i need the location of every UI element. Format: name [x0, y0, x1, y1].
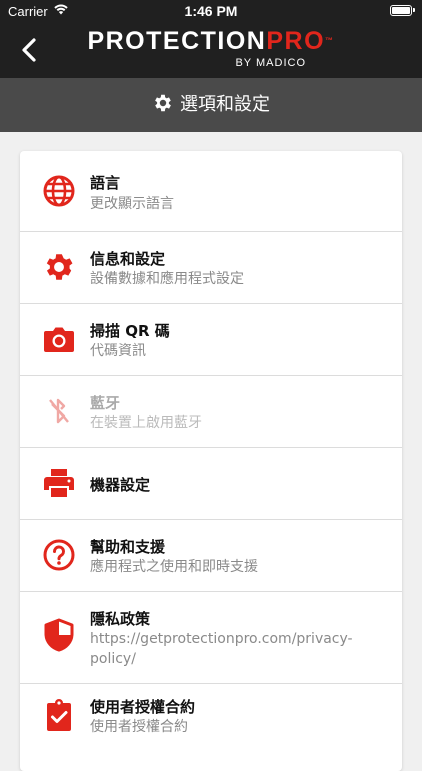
logo-main: PROTECTION	[87, 27, 267, 55]
gear-icon	[46, 254, 73, 280]
status-bar: Carrier 1:46 PM	[0, 0, 422, 22]
section-header: 選項和設定	[0, 78, 422, 132]
shield-icon	[44, 618, 74, 652]
menu-item-privacy-policy[interactable]: 隱私政策 https://getprotectionpro.com/privac…	[20, 591, 402, 684]
menu-item-title: 語言	[90, 174, 121, 192]
menu-item-subtitle: 更改顯示語言	[90, 196, 174, 212]
menu-item-scan-qr[interactable]: 掃描 QR 碼 代碼資訊	[20, 303, 402, 376]
globe-icon	[43, 175, 75, 207]
menu-item-machine-settings[interactable]: 機器設定	[20, 447, 402, 520]
section-title: 選項和設定	[180, 94, 270, 115]
status-time: 1:46 PM	[184, 3, 238, 19]
menu-item-title: 機器設定	[90, 476, 151, 494]
nav-bar: PROTECTIONPRO™ BY MADICO	[0, 22, 422, 78]
camera-icon	[44, 327, 74, 352]
printer-icon	[44, 469, 74, 497]
logo-tm: ™	[325, 36, 335, 45]
logo-pro: PRO	[266, 27, 326, 55]
battery-icon	[390, 5, 415, 16]
app-logo: PROTECTIONPRO™ BY MADICO	[0, 27, 422, 69]
menu-item-bluetooth[interactable]: 藍牙 在裝置上啟用藍牙	[20, 375, 402, 448]
clipboard-check-icon	[47, 699, 71, 731]
menu-item-title: 藍牙	[90, 394, 121, 412]
menu-item-subtitle: 使用者授權合約	[90, 719, 188, 735]
settings-gear-icon	[155, 94, 171, 112]
menu-item-subtitle: 應用程式之使用和即時支援	[90, 559, 258, 575]
menu-item-title: 使用者授權合約	[90, 698, 196, 716]
menu-card: 語言 更改顯示語言 信息和設定 設備數據和應用程式設定 掃描 QR 碼 代碼資訊…	[20, 151, 402, 771]
menu-item-info-settings[interactable]: 信息和設定 設備數據和應用程式設定	[20, 231, 402, 304]
menu-item-subtitle: 在裝置上啟用藍牙	[90, 415, 202, 431]
menu-item-subtitle: 設備數據和應用程式設定	[90, 271, 244, 287]
menu-item-title: 掃描 QR 碼	[90, 322, 170, 340]
menu-item-title: 信息和設定	[90, 250, 166, 268]
menu-item-eula[interactable]: 使用者授權合約 使用者授權合約	[20, 683, 402, 771]
menu-item-title: 隱私政策	[90, 610, 151, 628]
help-icon	[43, 539, 75, 571]
menu-item-subtitle: https://getprotectionpro.com/privacy-pol…	[90, 631, 353, 667]
menu-item-language[interactable]: 語言 更改顯示語言	[20, 151, 402, 232]
menu-item-subtitle: 代碼資訊	[90, 343, 146, 359]
logo-sub: BY MADICO	[235, 57, 306, 69]
menu-item-help-support[interactable]: 幫助和支援 應用程式之使用和即時支援	[20, 519, 402, 592]
menu-item-title: 幫助和支援	[90, 538, 166, 556]
bluetooth-disabled-icon	[49, 398, 69, 424]
